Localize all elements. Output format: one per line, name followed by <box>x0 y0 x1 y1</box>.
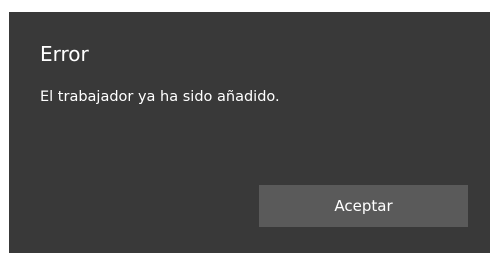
accept-button[interactable]: Aceptar <box>259 185 468 227</box>
error-dialog: Error El trabajador ya ha sido añadido. … <box>9 12 490 253</box>
dialog-title: Error <box>40 42 89 66</box>
dialog-message: El trabajador ya ha sido añadido. <box>40 89 280 105</box>
